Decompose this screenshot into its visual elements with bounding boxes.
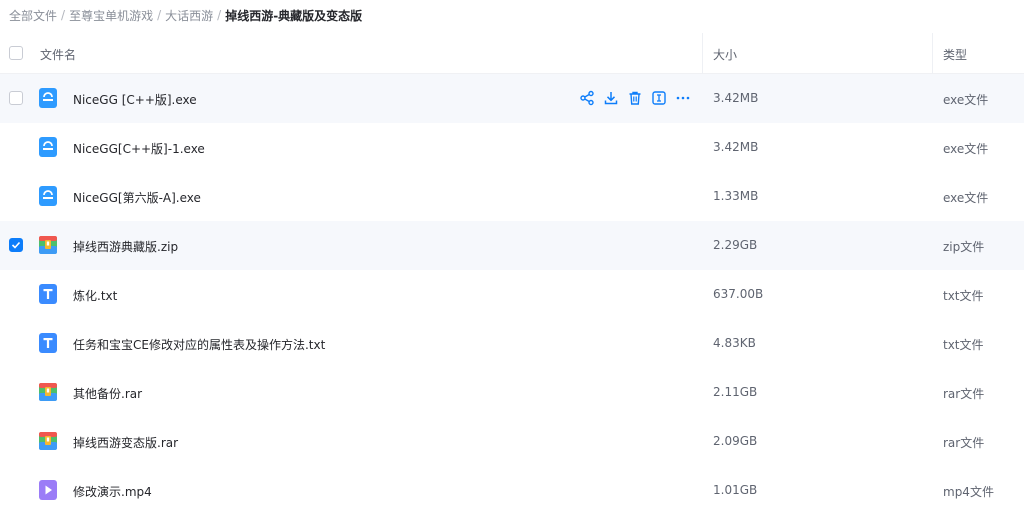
table-row[interactable]: 掉线西游变态版.rar 2.09GB rar文件: [0, 417, 1024, 466]
share-icon[interactable]: [579, 90, 595, 106]
file-type: zip文件: [943, 240, 985, 254]
file-name[interactable]: 掉线西游典藏版.zip: [73, 238, 178, 255]
delete-icon[interactable]: [627, 90, 643, 106]
file-size: 1.33MB: [713, 189, 759, 203]
file-size: 2.29GB: [713, 238, 758, 252]
archive-file-icon: [38, 382, 58, 402]
text-file-icon: [38, 333, 58, 353]
row-actions: [579, 90, 691, 106]
file-type: rar文件: [943, 387, 985, 401]
file-type: exe文件: [943, 191, 989, 205]
file-size: 4.83KB: [713, 336, 756, 350]
file-name[interactable]: 炼化.txt: [73, 287, 117, 304]
file-name[interactable]: NiceGG[第六版-A].exe: [73, 189, 201, 206]
file-type: exe文件: [943, 93, 989, 107]
table-row[interactable]: 任务和宝宝CE修改对应的属性表及操作方法.txt 4.83KB txt文件: [0, 319, 1024, 368]
archive-file-icon: [38, 235, 58, 255]
file-size: 637.00B: [713, 287, 764, 301]
column-header-type[interactable]: 类型: [943, 46, 967, 63]
file-name[interactable]: NiceGG[C++版]-1.exe: [73, 140, 205, 157]
file-name[interactable]: 其他备份.rar: [73, 385, 142, 402]
file-size: 1.01GB: [713, 483, 758, 497]
file-type: txt文件: [943, 289, 984, 303]
table-row[interactable]: NiceGG [C++版].exe 3.42MB exe文件: [0, 74, 1024, 123]
file-size: 3.42MB: [713, 140, 759, 154]
breadcrumb-item-dahuaxiyou[interactable]: 大话西游: [165, 7, 213, 24]
table-header: 文件名 大小 类型: [0, 33, 1024, 74]
table-row[interactable]: 炼化.txt 637.00B txt文件: [0, 270, 1024, 319]
breadcrumb-current-folder: 掉线西游-典藏版及变态版: [225, 8, 363, 23]
table-row[interactable]: 修改演示.mp4 1.01GB mp4文件: [0, 466, 1024, 515]
breadcrumb-item-all-files[interactable]: 全部文件: [9, 7, 57, 24]
breadcrumb-separator: /: [61, 8, 66, 22]
file-size: 2.09GB: [713, 434, 758, 448]
column-divider[interactable]: [932, 33, 933, 74]
breadcrumb-item-games[interactable]: 至尊宝单机游戏: [69, 7, 153, 24]
column-divider[interactable]: [702, 33, 703, 74]
select-all-checkbox[interactable]: [9, 46, 23, 60]
file-type: mp4文件: [943, 485, 994, 499]
breadcrumb-separator: /: [217, 8, 222, 22]
table-row[interactable]: NiceGG[第六版-A].exe 1.33MB exe文件: [0, 172, 1024, 221]
row-checkbox[interactable]: [9, 238, 23, 252]
file-name[interactable]: 掉线西游变态版.rar: [73, 434, 178, 451]
archive-file-icon: [38, 431, 58, 451]
breadcrumb: 全部文件 / 至尊宝单机游戏 / 大话西游 / 掉线西游-典藏版及变态版: [9, 7, 362, 23]
download-icon[interactable]: [603, 90, 619, 106]
more-icon[interactable]: [675, 90, 691, 106]
file-type: rar文件: [943, 436, 985, 450]
table-row[interactable]: 其他备份.rar 2.11GB rar文件: [0, 368, 1024, 417]
exe-file-icon: [38, 88, 58, 108]
column-header-size[interactable]: 大小: [713, 46, 737, 63]
file-size: 2.11GB: [713, 385, 758, 399]
text-file-icon: [38, 284, 58, 304]
breadcrumb-separator: /: [157, 8, 162, 22]
file-name[interactable]: 修改演示.mp4: [73, 483, 152, 500]
row-checkbox[interactable]: [9, 91, 23, 105]
file-size: 3.42MB: [713, 91, 759, 105]
file-type: exe文件: [943, 142, 989, 156]
column-header-name[interactable]: 文件名: [40, 46, 76, 63]
rename-icon[interactable]: [651, 90, 667, 106]
exe-file-icon: [38, 186, 58, 206]
file-name[interactable]: NiceGG [C++版].exe: [73, 91, 197, 108]
exe-file-icon: [38, 137, 58, 157]
file-type: txt文件: [943, 338, 984, 352]
video-file-icon: [38, 480, 58, 500]
file-name[interactable]: 任务和宝宝CE修改对应的属性表及操作方法.txt: [73, 336, 325, 353]
table-row[interactable]: 掉线西游典藏版.zip 2.29GB zip文件: [0, 221, 1024, 270]
table-row[interactable]: NiceGG[C++版]-1.exe 3.42MB exe文件: [0, 123, 1024, 172]
